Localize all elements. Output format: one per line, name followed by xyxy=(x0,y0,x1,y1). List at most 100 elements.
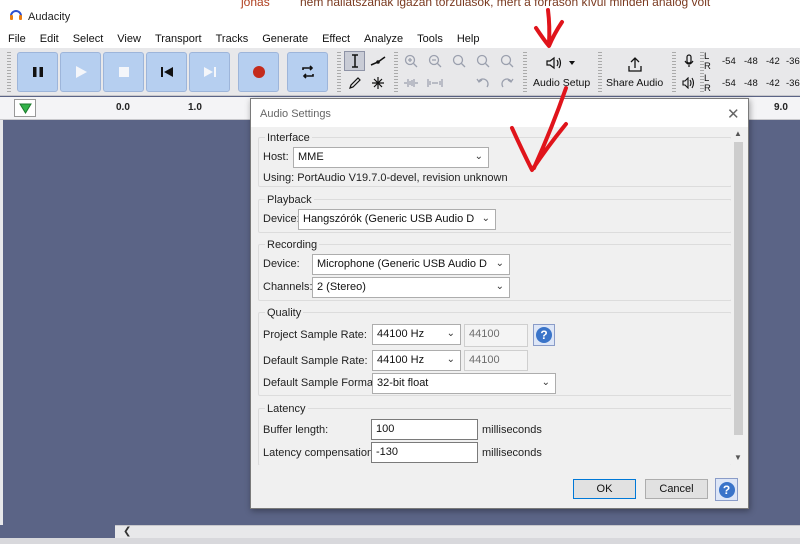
skip-start-icon xyxy=(160,67,173,77)
skip-to-end-button[interactable] xyxy=(189,52,230,92)
toolbar-grip[interactable] xyxy=(7,52,11,92)
recording-device-value: Microphone (Generic USB Audio D xyxy=(317,258,487,270)
stop-button[interactable] xyxy=(103,52,144,92)
silence-audio-button[interactable] xyxy=(424,73,446,93)
dropdown-arrow-icon xyxy=(569,61,575,65)
zoom-fit-icon xyxy=(476,54,490,68)
chevron-down-icon: ⌄ xyxy=(446,354,455,365)
zoom-toggle-button[interactable] xyxy=(496,51,518,71)
toolbar-grip[interactable] xyxy=(337,52,341,92)
recording-meter[interactable]: L R -54 -48 -42 -36 xyxy=(704,51,800,72)
recording-device-select[interactable]: Microphone (Generic USB Audio D ⌄ xyxy=(312,254,510,275)
menu-help[interactable]: Help xyxy=(449,30,486,48)
toolbar-grip[interactable] xyxy=(394,52,398,92)
help-question-icon: ? xyxy=(718,481,735,498)
meter-scale-tick: -48 xyxy=(744,56,758,67)
undo-button[interactable] xyxy=(472,73,494,93)
toolbar-grip[interactable] xyxy=(523,52,527,92)
chevron-down-icon: ⌄ xyxy=(481,213,490,224)
microphone-icon[interactable] xyxy=(684,54,694,68)
redo-button[interactable] xyxy=(496,73,518,93)
playback-device-select[interactable]: Hangszórók (Generic USB Audio D ⌄ xyxy=(298,209,496,230)
speaker-icon xyxy=(546,56,562,70)
default-sample-rate-value: 44100 Hz xyxy=(377,354,425,366)
audacity-logo-icon xyxy=(10,10,22,20)
fit-project-button[interactable] xyxy=(472,51,494,71)
multi-tool-button[interactable] xyxy=(367,73,388,93)
menu-edit[interactable]: Edit xyxy=(32,30,65,48)
menu-generate[interactable]: Generate xyxy=(254,30,314,48)
group-title: Latency xyxy=(265,403,308,415)
buffer-length-input[interactable]: 100 xyxy=(371,419,478,440)
channels-value: 2 (Stereo) xyxy=(317,281,366,293)
host-select[interactable]: MME ⌄ xyxy=(293,147,489,168)
cancel-button[interactable]: Cancel xyxy=(645,479,708,499)
background-window-text: nem hallatszanak igazán torzulások, mert… xyxy=(300,0,711,9)
menu-transport[interactable]: Transport xyxy=(147,30,208,48)
latency-compensation-input[interactable]: -130 xyxy=(371,442,478,463)
skip-to-start-button[interactable] xyxy=(146,52,187,92)
speaker-volume-icon[interactable] xyxy=(682,77,696,89)
ok-button[interactable]: OK xyxy=(573,479,636,499)
latency-compensation-label: Latency compensation: xyxy=(263,447,377,459)
dialog-titlebar[interactable]: Audio Settings ✕ xyxy=(251,99,748,127)
audio-setup-button[interactable]: Audio Setup xyxy=(529,50,595,92)
toolbar-grip[interactable] xyxy=(672,52,676,92)
channels-select[interactable]: 2 (Stereo) ⌄ xyxy=(312,277,510,298)
group-title: Recording xyxy=(265,239,320,251)
fit-selection-button[interactable] xyxy=(448,51,470,71)
play-head-icon xyxy=(19,103,32,114)
menu-select[interactable]: Select xyxy=(65,30,110,48)
pause-button[interactable] xyxy=(17,52,58,92)
play-button[interactable] xyxy=(60,52,101,92)
project-sample-rate-select[interactable]: 44100 Hz ⌄ xyxy=(372,324,461,345)
zoom-toggle-icon xyxy=(500,54,514,68)
help-question-icon: ? xyxy=(536,327,552,343)
draw-tool-button[interactable] xyxy=(344,73,365,93)
chevron-down-icon: ⌄ xyxy=(446,328,455,339)
skip-end-icon xyxy=(203,67,216,77)
zoom-out-button[interactable] xyxy=(424,51,446,71)
recording-group: Recording Device: Microphone (Generic US… xyxy=(258,239,731,301)
close-icon[interactable]: ✕ xyxy=(727,105,740,123)
ruler-tick-label: 1.0 xyxy=(188,102,202,113)
buffer-length-unit: milliseconds xyxy=(482,424,542,436)
default-sample-rate-select[interactable]: 44100 Hz ⌄ xyxy=(372,350,461,371)
timeline-play-button[interactable] xyxy=(14,99,36,117)
menu-view[interactable]: View xyxy=(109,30,147,48)
menu-tracks[interactable]: Tracks xyxy=(208,30,255,48)
silence-icon xyxy=(427,79,443,87)
envelope-tool-button[interactable] xyxy=(367,51,388,71)
zoom-out-icon xyxy=(428,54,442,68)
default-sample-format-select[interactable]: 32-bit float ⌄ xyxy=(372,373,556,394)
playback-group: Playback Device: Hangszórók (Generic USB… xyxy=(258,194,731,233)
selection-tool-button[interactable] xyxy=(344,51,365,71)
host-label: Host: xyxy=(263,151,289,163)
horizontal-scrollbar[interactable]: ❮ xyxy=(115,525,800,538)
trim-audio-button[interactable] xyxy=(400,73,422,93)
ruler-tick-label: 0.0 xyxy=(116,102,130,113)
scroll-up-arrow-icon[interactable]: ▲ xyxy=(734,129,742,138)
loop-button[interactable] xyxy=(287,52,328,92)
recording-device-label: Device: xyxy=(263,258,300,270)
scroll-thumb[interactable] xyxy=(734,142,743,435)
menu-tools[interactable]: Tools xyxy=(409,30,449,48)
help-button[interactable]: ? xyxy=(533,324,555,346)
toolbar-grip[interactable] xyxy=(598,52,602,92)
share-audio-button[interactable]: Share Audio xyxy=(604,50,668,92)
default-sample-rate-custom-value: 44100 xyxy=(469,354,500,366)
scroll-down-arrow-icon[interactable]: ▼ xyxy=(734,453,742,462)
dialog-help-button[interactable]: ? xyxy=(715,478,738,501)
menu-analyze[interactable]: Analyze xyxy=(356,30,409,48)
record-button[interactable] xyxy=(238,52,279,92)
pause-icon xyxy=(32,67,43,77)
zoom-in-button[interactable] xyxy=(400,51,422,71)
dialog-vertical-scrollbar[interactable]: ▲ ▼ xyxy=(731,127,746,465)
meter-channel-right: R xyxy=(704,61,711,72)
latency-compensation-unit: milliseconds xyxy=(482,447,542,459)
scroll-left-arrow-icon[interactable]: ❮ xyxy=(123,526,131,537)
dialog-content: Interface Host: MME ⌄ Using: PortAudio V… xyxy=(254,127,731,465)
menu-effect[interactable]: Effect xyxy=(314,30,356,48)
playback-meter[interactable]: L R -54 -48 -42 -36 xyxy=(704,73,800,94)
menu-file[interactable]: File xyxy=(0,30,32,48)
